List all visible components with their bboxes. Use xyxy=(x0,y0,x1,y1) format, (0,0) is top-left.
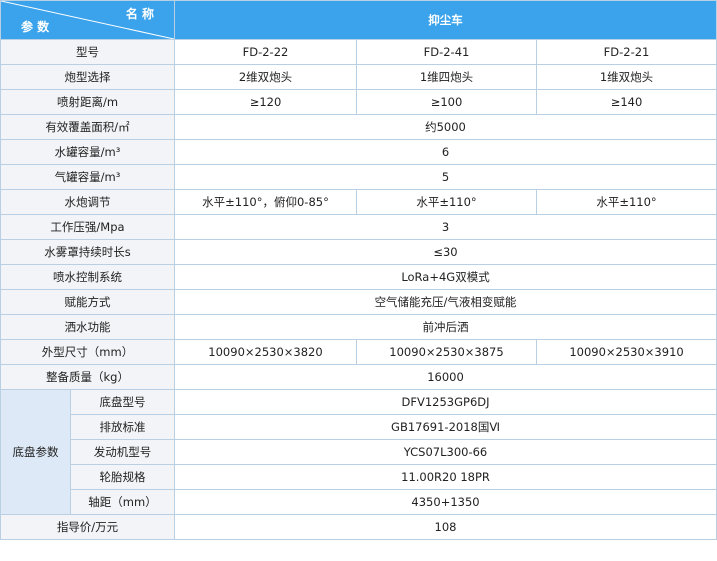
row-water-tank: 水罐容量/m³ 6 xyxy=(0,139,717,165)
value-cell: 6 xyxy=(173,139,717,165)
row-model: 型号 FD-2-22 FD-2-41 FD-2-21 xyxy=(0,39,717,65)
row-energy: 赋能方式 空气储能充压/气液相变赋能 xyxy=(0,289,717,315)
value-cell: ≤30 xyxy=(173,239,717,265)
row-tire: 轮胎规格 11.00R20 18PR xyxy=(1,464,717,490)
chassis-item-label: 发动机型号 xyxy=(70,439,175,465)
value-cell: 108 xyxy=(173,514,717,540)
chassis-item-label: 排放标准 xyxy=(70,414,175,440)
row-label: 型号 xyxy=(0,39,175,65)
row-engine: 发动机型号 YCS07L300-66 xyxy=(1,439,717,465)
header-product-title: 抑尘车 xyxy=(173,0,717,40)
row-label: 整备质量（kg） xyxy=(0,364,175,390)
row-size: 外型尺寸（mm） 10090×2530×3820 10090×2530×3875… xyxy=(0,339,717,365)
chassis-item-label: 底盘型号 xyxy=(70,389,175,415)
value-cell: LoRa+4G双模式 xyxy=(173,264,717,290)
value-cell: ≥100 xyxy=(356,89,537,115)
row-mass: 整备质量（kg） 16000 xyxy=(0,364,717,390)
chassis-item-label: 轴距（mm） xyxy=(70,489,175,515)
row-label: 洒水功能 xyxy=(0,314,175,340)
value-cell: 10090×2530×3875 xyxy=(356,339,537,365)
row-chassis-model: 底盘参数 底盘型号 DFV1253GP6DJ xyxy=(0,389,717,515)
header-row: 名 称 参 数 抑尘车 xyxy=(0,0,717,40)
row-adjust: 水炮调节 水平±110°，俯仰0-85° 水平±110° 水平±110° xyxy=(0,189,717,215)
row-label: 喷水控制系统 xyxy=(0,264,175,290)
value-cell: ≥120 xyxy=(174,89,357,115)
row-wheelbase: 轴距（mm） 4350+1350 xyxy=(1,489,717,515)
value-cell: 1维双炮头 xyxy=(535,64,717,90)
value-cell: DFV1253GP6DJ xyxy=(173,389,717,415)
value-cell: 10090×2530×3820 xyxy=(174,339,357,365)
row-sprinkle: 洒水功能 前冲后洒 xyxy=(0,314,717,340)
value-cell: 3 xyxy=(173,214,717,240)
row-air-tank: 气罐容量/m³ 5 xyxy=(0,164,717,190)
value-cell: FD-2-41 xyxy=(356,39,537,65)
value-cell: 水平±110° xyxy=(356,189,537,215)
value-cell: ≥140 xyxy=(535,89,717,115)
value-cell: GB17691-2018国Ⅵ xyxy=(173,414,717,440)
value-cell: 10090×2530×3910 xyxy=(535,339,717,365)
value-cell: FD-2-22 xyxy=(174,39,357,65)
value-cell: 前冲后洒 xyxy=(173,314,717,340)
row-label: 指导价/万元 xyxy=(0,514,175,540)
row-range: 喷射距离/m ≥120 ≥100 ≥140 xyxy=(0,89,717,115)
value-cell: 5 xyxy=(173,164,717,190)
value-cell: 约5000 xyxy=(173,114,717,140)
row-duration: 水雾罩持续时长s ≤30 xyxy=(0,239,717,265)
row-label: 有效覆盖面积/㎡ xyxy=(0,114,175,140)
value-cell: 空气储能充压/气液相变赋能 xyxy=(173,289,717,315)
row-label: 炮型选择 xyxy=(0,64,175,90)
row-control: 喷水控制系统 LoRa+4G双模式 xyxy=(0,264,717,290)
header-corner-cell: 名 称 参 数 xyxy=(0,0,175,40)
chassis-item-label: 轮胎规格 xyxy=(70,464,175,490)
row-emission: 排放标准 GB17691-2018国Ⅵ xyxy=(1,414,717,440)
value-cell: FD-2-21 xyxy=(535,39,717,65)
row-label: 水罐容量/m³ xyxy=(0,139,175,165)
row-label: 水炮调节 xyxy=(0,189,175,215)
row-coverage: 有效覆盖面积/㎡ 约5000 xyxy=(0,114,717,140)
spec-table: 名 称 参 数 抑尘车 型号 FD-2-22 FD-2-41 FD-2-21 炮… xyxy=(0,0,717,540)
row-label: 气罐容量/m³ xyxy=(0,164,175,190)
row-label: 赋能方式 xyxy=(0,289,175,315)
value-cell: 水平±110° xyxy=(535,189,717,215)
value-cell: 水平±110°，俯仰0-85° xyxy=(174,189,357,215)
row-label: 喷射距离/m xyxy=(0,89,175,115)
row-price: 指导价/万元 108 xyxy=(0,514,717,540)
value-cell: 1维四炮头 xyxy=(356,64,537,90)
value-cell: 2维双炮头 xyxy=(174,64,357,90)
row-label: 外型尺寸（mm） xyxy=(0,339,175,365)
header-param-label: 参 数 xyxy=(21,20,50,34)
value-cell: 11.00R20 18PR xyxy=(173,464,717,490)
header-name-label: 名 称 xyxy=(125,7,154,21)
value-cell: YCS07L300-66 xyxy=(173,439,717,465)
value-cell: 4350+1350 xyxy=(173,489,717,515)
row-pressure: 工作压强/Mpa 3 xyxy=(0,214,717,240)
row-cannon: 炮型选择 2维双炮头 1维四炮头 1维双炮头 xyxy=(0,64,717,90)
value-cell: 16000 xyxy=(173,364,717,390)
chassis-group-label: 底盘参数 xyxy=(0,389,71,515)
row-label: 水雾罩持续时长s xyxy=(0,239,175,265)
row-label: 工作压强/Mpa xyxy=(0,214,175,240)
